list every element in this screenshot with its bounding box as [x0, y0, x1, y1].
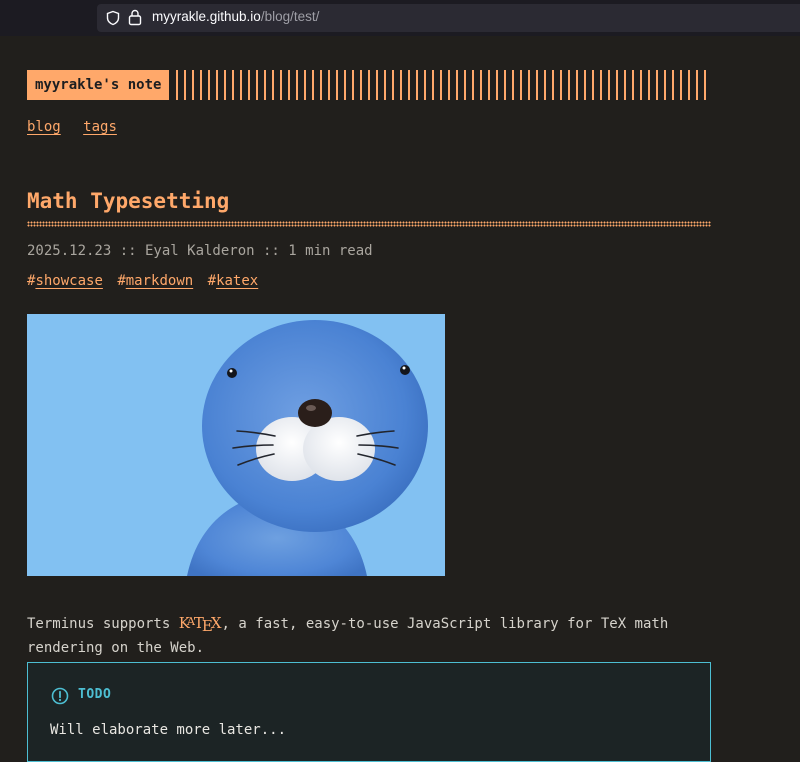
- callout-body: Will elaborate more later...: [50, 722, 287, 738]
- intro-text-start: Terminus supports: [27, 616, 179, 632]
- katex-logo[interactable]: KATEX: [179, 614, 222, 635]
- post-meta: 2025.12.23 :: Eyal Kalderon :: 1 min rea…: [27, 243, 373, 259]
- tag-label: katex: [216, 273, 259, 289]
- post-tags: #showcase #markdown #katex: [27, 273, 264, 289]
- blue-seal-illustration: [27, 314, 445, 576]
- tag-label: markdown: [125, 273, 194, 289]
- cover-image: [27, 314, 445, 576]
- post-title[interactable]: Math Typesetting: [27, 186, 229, 216]
- site-nav: blog tags: [27, 119, 131, 135]
- tag-markdown[interactable]: #markdown: [117, 273, 193, 289]
- url-path: /blog/test/: [260, 9, 320, 24]
- url-text[interactable]: myyrakle.github.io/blog/test/: [152, 9, 319, 24]
- tag-hash: #: [117, 273, 126, 289]
- nav-link-tags[interactable]: tags: [83, 119, 117, 135]
- lock-icon[interactable]: [128, 9, 142, 26]
- todo-callout: TODO Will elaborate more later...: [27, 662, 711, 762]
- callout-title: TODO: [78, 687, 112, 702]
- tag-label: showcase: [35, 273, 103, 289]
- exclamation-circle-icon: [51, 687, 69, 705]
- url-host: myyrakle.github.io: [152, 9, 261, 24]
- tag-katex[interactable]: #katex: [208, 273, 259, 289]
- logo-decoration: [176, 70, 711, 100]
- tag-showcase[interactable]: #showcase: [27, 273, 103, 289]
- tag-hash: #: [207, 273, 217, 289]
- site-logo[interactable]: myyrakle's note: [27, 70, 170, 100]
- browser-toolbar: myyrakle.github.io/blog/test/: [0, 0, 800, 36]
- address-bar[interactable]: myyrakle.github.io/blog/test/: [97, 4, 800, 32]
- nav-link-blog[interactable]: blog: [27, 119, 61, 135]
- title-divider: [27, 221, 711, 227]
- intro-paragraph: Terminus supports KATEX, a fast, easy-to…: [27, 611, 717, 659]
- shield-icon[interactable]: [105, 10, 121, 26]
